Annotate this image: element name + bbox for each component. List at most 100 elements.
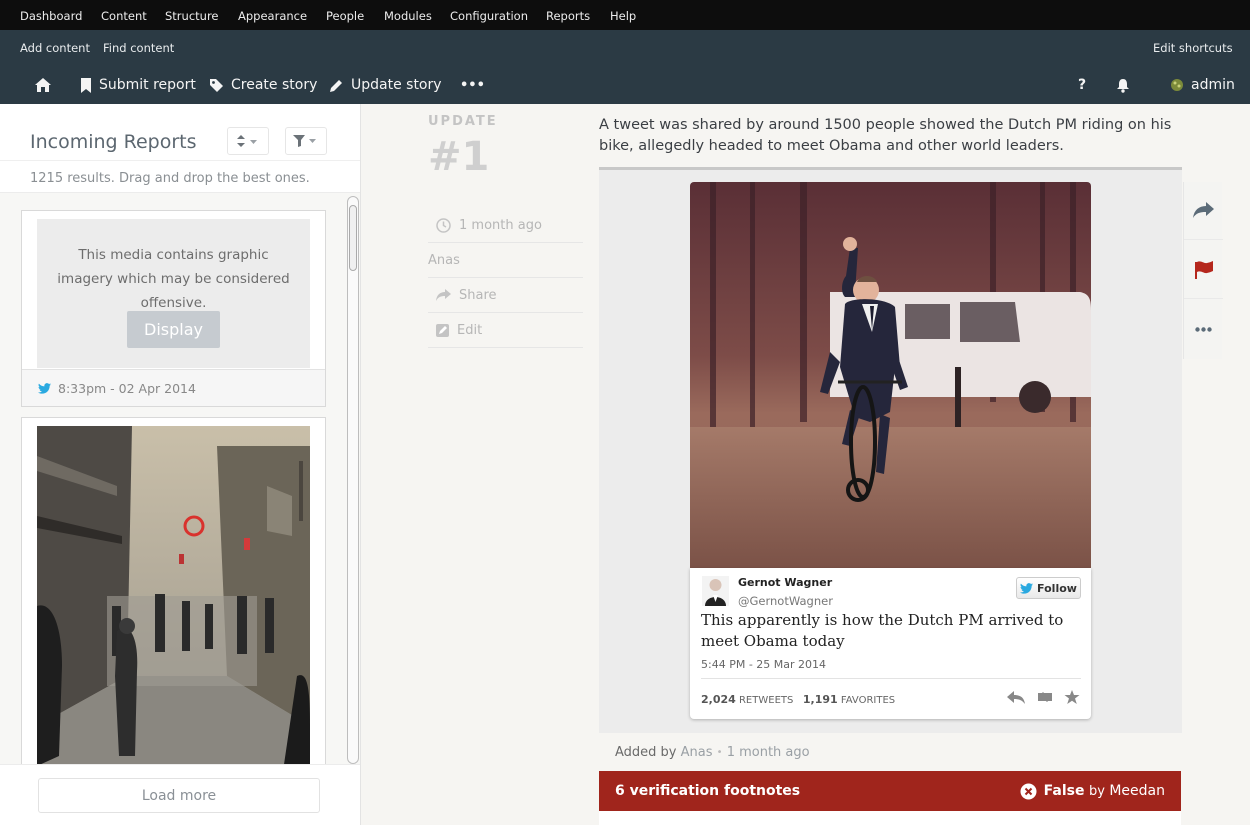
favorite-count: 1,191 <box>802 693 838 706</box>
update-label: UPDATE <box>428 114 498 129</box>
admin-menu-dashboard[interactable]: Dashboard <box>20 9 82 23</box>
edit-shortcuts-link[interactable]: Edit shortcuts <box>1153 41 1233 55</box>
filter-icon <box>293 135 316 147</box>
shortcut-find-content[interactable]: Find content <box>103 41 174 55</box>
sidebar-divider <box>0 160 360 161</box>
incoming-reports-sidebar: Incoming Reports 1215 results. Drag and … <box>0 104 361 825</box>
home-icon <box>35 78 51 92</box>
added-by-row: Added by Anas • 1 month ago <box>599 733 1181 771</box>
bookmark-icon <box>81 77 91 93</box>
added-by-time: 1 month ago <box>726 744 810 760</box>
retweet-icon[interactable] <box>1034 689 1056 705</box>
submit-report-label: Submit report <box>99 77 196 93</box>
admin-menu-help[interactable]: Help <box>610 9 636 23</box>
favorite-star-icon[interactable] <box>1064 689 1080 705</box>
verification-status-label: False <box>1043 783 1085 799</box>
retweets-label: RETWEETS <box>738 695 794 706</box>
report-card[interactable] <box>21 417 326 764</box>
user-avatar-icon <box>1171 79 1183 91</box>
bell-icon <box>1117 78 1129 93</box>
added-by-separator: • <box>716 746 723 758</box>
verification-banner[interactable]: 6 verification footnotes False by Meedan <box>599 771 1181 811</box>
verification-footnotes-count[interactable]: 6 verification footnotes <box>615 783 800 799</box>
sort-icon <box>237 135 257 147</box>
user-menu[interactable]: admin <box>1170 66 1235 104</box>
help-button[interactable]: ? <box>1078 66 1086 104</box>
report-card-footer: 8:33pm - 02 Apr 2014 <box>22 369 325 406</box>
follow-label: Follow <box>1037 581 1077 595</box>
follow-button[interactable]: Follow <box>1016 577 1081 599</box>
added-by-user[interactable]: Anas <box>681 745 713 760</box>
update-author[interactable]: Anas <box>428 243 583 278</box>
share-action-button[interactable] <box>1184 182 1223 240</box>
report-card[interactable]: This media contains graphic imagery whic… <box>21 210 326 407</box>
share-label: Share <box>459 287 497 303</box>
twitter-bird-icon <box>1020 582 1034 594</box>
display-button[interactable]: Display <box>127 311 220 348</box>
admin-menu-configuration[interactable]: Configuration <box>450 9 528 23</box>
reports-list[interactable]: This media contains graphic imagery whic… <box>0 192 360 765</box>
favorites-label: FAVORITES <box>840 695 896 706</box>
tweet-time[interactable]: 5:44 PM - 25 Mar 2014 <box>701 658 826 671</box>
verification-source: Meedan <box>1109 783 1165 799</box>
tweet-author-handle[interactable]: @GernotWagner <box>738 594 833 608</box>
tweet-author-avatar[interactable] <box>702 576 729 606</box>
admin-menu-people[interactable]: People <box>326 9 364 23</box>
tag-icon <box>210 78 223 92</box>
scrollbar-thumb[interactable] <box>349 205 357 271</box>
embedded-tweet: Gernot Wagner @GernotWagner Follow This … <box>690 568 1091 719</box>
admin-menu-modules[interactable]: Modules <box>384 9 432 23</box>
update-time-text: 1 month ago <box>459 217 542 233</box>
more-actions-button[interactable] <box>1184 300 1223 358</box>
home-button[interactable] <box>34 66 59 104</box>
submit-report-button[interactable]: Submit report <box>80 66 196 104</box>
verification-status: False by Meedan <box>1020 783 1165 800</box>
report-timestamp: 8:33pm - 02 Apr 2014 <box>58 380 196 396</box>
twitter-icon <box>38 382 51 394</box>
tweet-stats: 2,024 RETWEETS 1,191 FAVORITES <box>701 693 895 706</box>
flag-icon <box>1194 260 1213 279</box>
tweet-photo <box>690 182 1091 568</box>
street-photo <box>37 426 310 764</box>
sidebar-title: Incoming Reports <box>30 131 197 153</box>
shortcut-add-content[interactable]: Add content <box>20 41 90 55</box>
admin-menu-bar: Dashboard Content Structure Appearance P… <box>0 0 1250 30</box>
tweet-divider <box>701 678 1081 679</box>
footnotes-area <box>599 811 1181 825</box>
tweet-text: This apparently is how the Dutch PM arri… <box>701 611 1064 650</box>
pencil-icon <box>330 79 342 92</box>
update-author-name: Anas <box>428 252 460 268</box>
create-story-label: Create story <box>231 77 318 93</box>
edit-update-button[interactable]: Edit <box>428 313 583 348</box>
shortcuts-bar: Add content Find content Edit shortcuts <box>0 30 1250 66</box>
edit-icon <box>436 323 449 337</box>
flag-action-button[interactable] <box>1184 241 1223 299</box>
results-count: 1215 results. Drag and drop the best one… <box>30 171 310 186</box>
admin-menu-structure[interactable]: Structure <box>165 9 219 23</box>
user-name: admin <box>1191 77 1235 93</box>
graphic-warning-text: This media contains graphic imagery whic… <box>57 247 290 311</box>
share-update-button[interactable]: Share <box>428 278 583 313</box>
app-toolbar: Submit report Create story Update story … <box>0 66 1250 104</box>
admin-menu-reports[interactable]: Reports <box>546 9 590 23</box>
action-rail <box>1183 182 1223 359</box>
share-icon <box>436 288 451 301</box>
ellipsis-icon <box>1195 326 1212 332</box>
reply-icon[interactable] <box>1006 689 1026 705</box>
admin-menu-appearance[interactable]: Appearance <box>238 9 307 23</box>
cyclist-photo <box>690 182 1091 568</box>
update-time: 1 month ago <box>428 208 583 243</box>
create-story-button[interactable]: Create story <box>209 66 317 104</box>
notifications-button[interactable] <box>1116 66 1137 104</box>
filter-dropdown[interactable] <box>285 127 327 155</box>
more-menu-button[interactable]: ••• <box>460 66 485 104</box>
clock-icon <box>436 217 451 233</box>
update-story-button[interactable]: Update story <box>329 66 442 104</box>
sort-dropdown[interactable] <box>227 127 269 155</box>
reports-scrollbar[interactable] <box>347 196 359 764</box>
share-arrow-icon <box>1193 202 1214 218</box>
tweet-author-name[interactable]: Gernot Wagner <box>738 576 832 589</box>
load-more-button[interactable]: Load more <box>38 778 320 813</box>
edit-label: Edit <box>457 322 483 338</box>
admin-menu-content[interactable]: Content <box>101 9 147 23</box>
